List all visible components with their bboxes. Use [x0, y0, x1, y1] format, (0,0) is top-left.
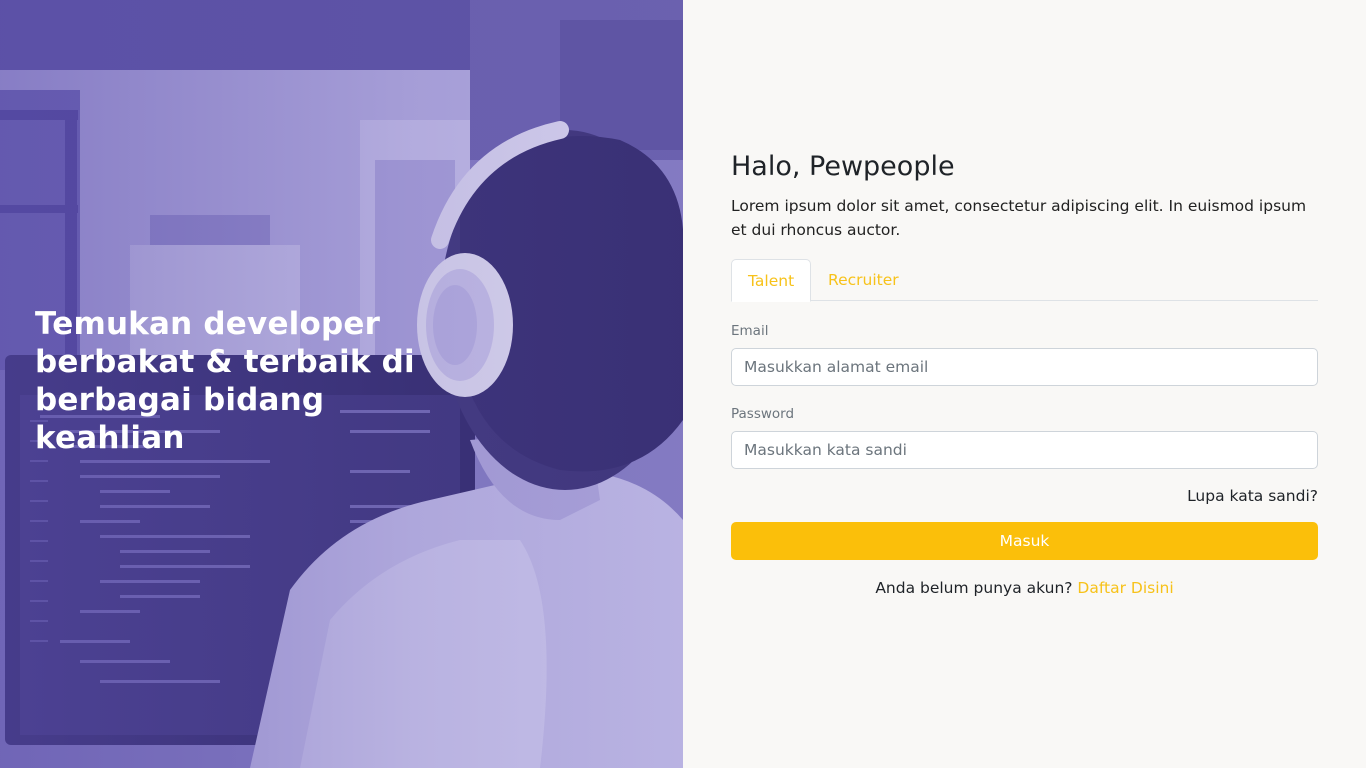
- password-label: Password: [731, 406, 795, 422]
- greeting-title: Halo, Pewpeople: [731, 151, 955, 182]
- account-type-tabs: Talent Recruiter: [731, 259, 1318, 302]
- login-panel: Halo, Pewpeople Lorem ipsum dolor sit am…: [683, 0, 1366, 768]
- tab-recruiter[interactable]: Recruiter: [812, 259, 915, 301]
- signup-prompt: Anda belum punya akun?: [875, 579, 1078, 597]
- hero-headline: Temukan developer berbakat & terbaik di …: [35, 306, 415, 456]
- login-form: Halo, Pewpeople Lorem ipsum dolor sit am…: [731, 150, 1318, 597]
- tab-talent[interactable]: Talent: [731, 259, 812, 302]
- password-field[interactable]: [731, 431, 1318, 469]
- signup-link[interactable]: Daftar Disini: [1077, 579, 1173, 597]
- signup-row: Anda belum punya akun? Daftar Disini: [731, 579, 1318, 597]
- forgot-password-link[interactable]: Lupa kata sandi?: [731, 487, 1318, 505]
- greeting-description: Lorem ipsum dolor sit amet, consectetur …: [731, 197, 1307, 239]
- login-button[interactable]: Masuk: [731, 522, 1318, 560]
- hero-panel: Temukan developer berbakat & terbaik di …: [0, 0, 683, 768]
- email-label: Email: [731, 323, 769, 339]
- email-field[interactable]: [731, 348, 1318, 386]
